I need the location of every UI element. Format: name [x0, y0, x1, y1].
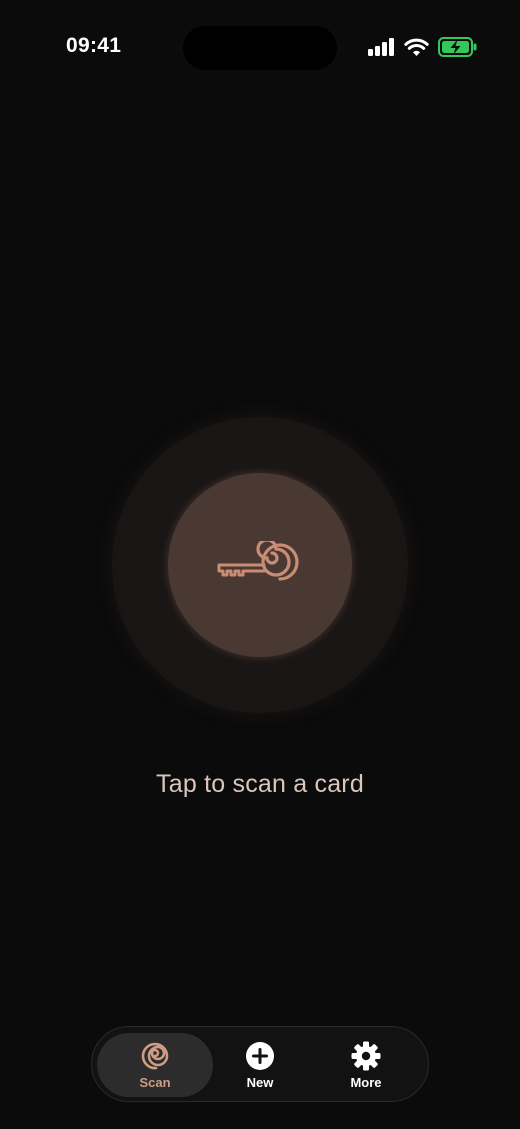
- status-icons: [368, 36, 478, 58]
- scan-card-button[interactable]: [112, 417, 408, 713]
- tab-bar: Scan New More: [91, 1026, 429, 1102]
- status-bar: 09:41: [0, 0, 520, 96]
- cellular-signal-icon: [368, 38, 395, 56]
- key-spiral-icon: [217, 541, 299, 581]
- tab-more[interactable]: More: [308, 1033, 424, 1097]
- plus-circle-icon: [246, 1042, 274, 1070]
- gear-icon: [351, 1041, 381, 1071]
- tab-new[interactable]: New: [202, 1033, 318, 1097]
- tab-scan[interactable]: Scan: [97, 1033, 213, 1097]
- scan-prompt-text: Tap to scan a card: [156, 770, 364, 798]
- dynamic-island: [183, 26, 337, 70]
- battery-charging-icon: [438, 37, 478, 57]
- wifi-icon: [404, 38, 429, 57]
- spiral-icon: [141, 1042, 169, 1070]
- tab-more-label: More: [350, 1075, 382, 1090]
- status-time: 09:41: [66, 34, 122, 57]
- tab-scan-label: Scan: [139, 1075, 171, 1090]
- tab-new-label: New: [246, 1075, 274, 1090]
